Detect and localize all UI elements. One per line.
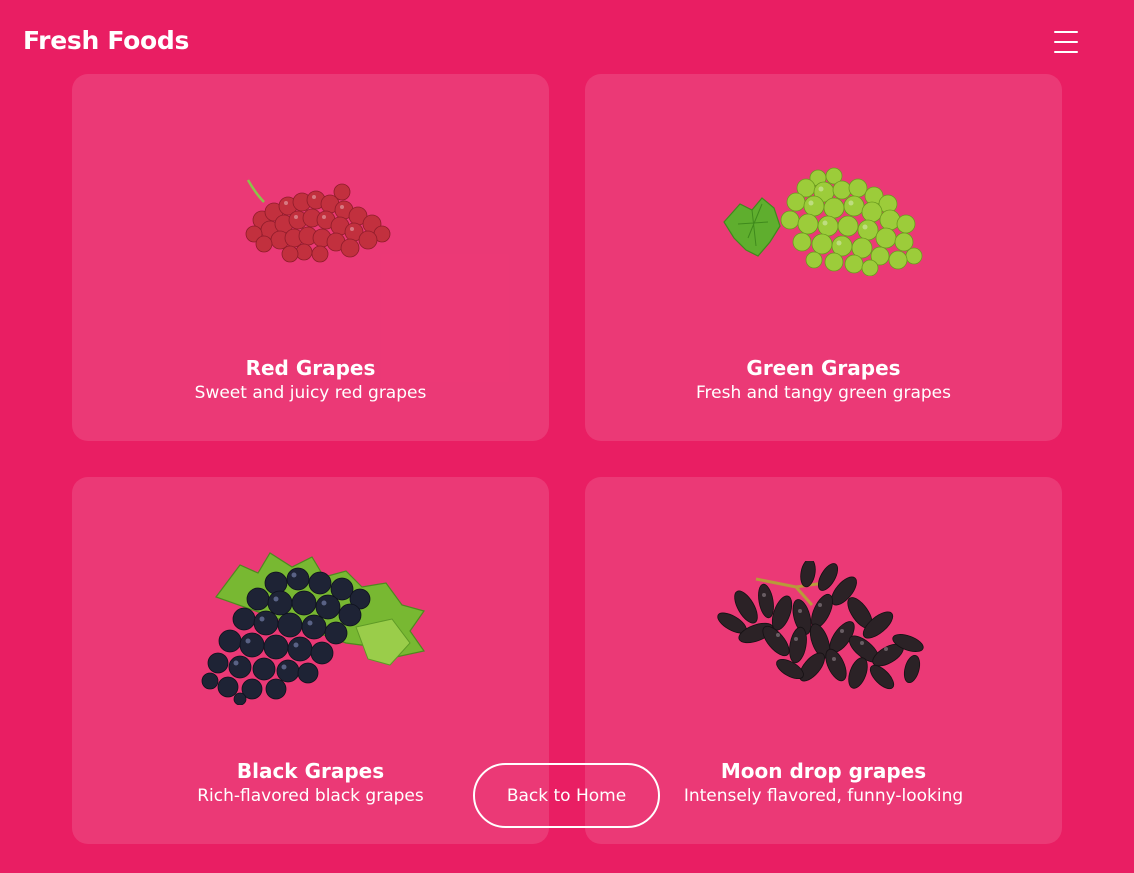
product-card-red-grapes[interactable]: Red Grapes Sweet and juicy red grapes xyxy=(72,74,549,441)
hamburger-menu-icon[interactable] xyxy=(1052,28,1080,56)
green-grapes-image xyxy=(585,74,1062,344)
black-grapes-image xyxy=(72,477,549,747)
product-description: Sweet and juicy red grapes xyxy=(194,383,427,403)
product-description: Fresh and tangy green grapes xyxy=(696,383,951,403)
product-title: Green Grapes xyxy=(746,356,901,380)
moon-drop-grapes-image xyxy=(585,477,1062,747)
product-title: Red Grapes xyxy=(245,356,376,380)
brand-logo-text[interactable]: Fresh Foods xyxy=(23,24,189,58)
product-card-green-grapes[interactable]: Green Grapes Fresh and tangy green grape… xyxy=(585,74,1062,441)
back-to-home-button[interactable]: Back to Home xyxy=(473,763,660,828)
red-grapes-image xyxy=(72,74,549,344)
